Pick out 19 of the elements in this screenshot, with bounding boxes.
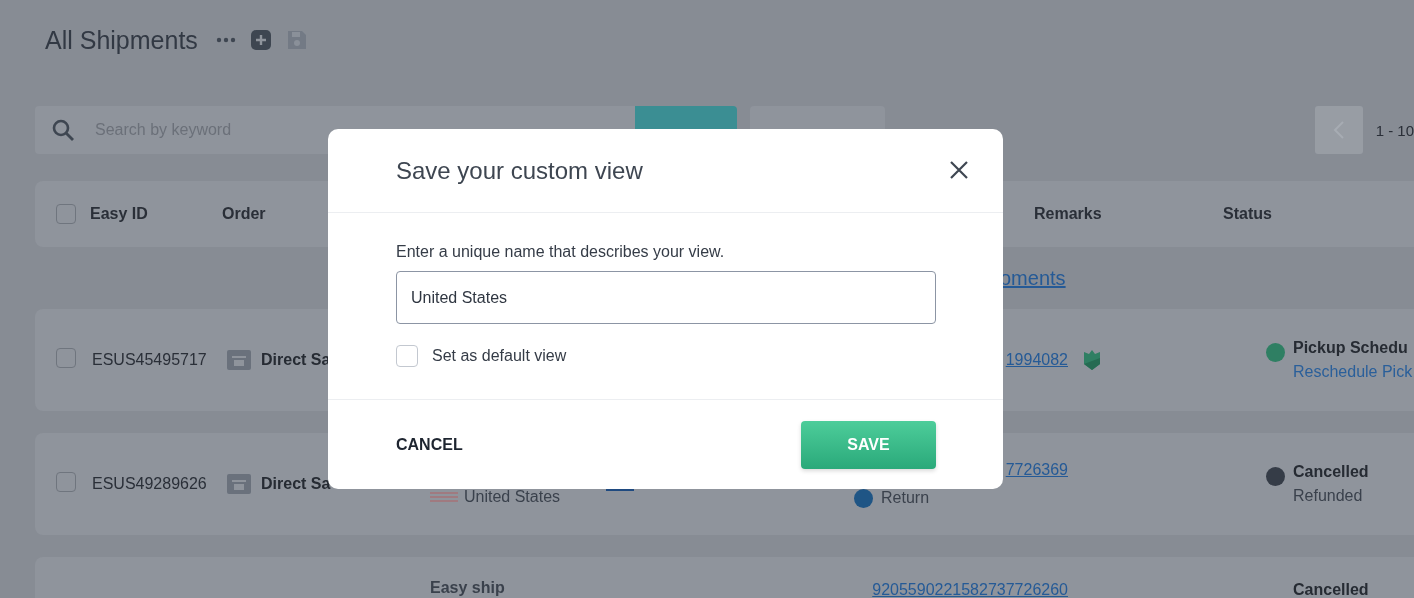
field-label: Enter a unique name that describes your view.: [396, 243, 726, 261]
status-label: Cancelled: [1293, 581, 1369, 598]
shipment-tag: Return: [881, 489, 930, 507]
destination: Easy ship: [430, 579, 505, 597]
column-header: Status: [1223, 205, 1272, 223]
status-label: Pickup Schedu: [1293, 339, 1409, 357]
page-title: All Shipments: [45, 25, 198, 55]
destination: United States: [464, 488, 561, 506]
dialog-title: Save your custom view: [396, 156, 643, 185]
column-header: Order: [222, 205, 267, 223]
status-detail: Refunded: [1293, 487, 1364, 505]
column-header: Easy ID: [90, 205, 149, 223]
easy-id: ESUS45495717: [92, 351, 207, 368]
status-label: Cancelled: [1293, 463, 1369, 481]
column-header: Remarks: [1034, 205, 1103, 223]
easy-id: ESUS49289626: [92, 475, 207, 492]
checkbox-label: Set as default view: [432, 347, 567, 365]
page-range: 1 - 10: [1375, 121, 1414, 139]
order-name: Direct Sa: [261, 475, 331, 493]
